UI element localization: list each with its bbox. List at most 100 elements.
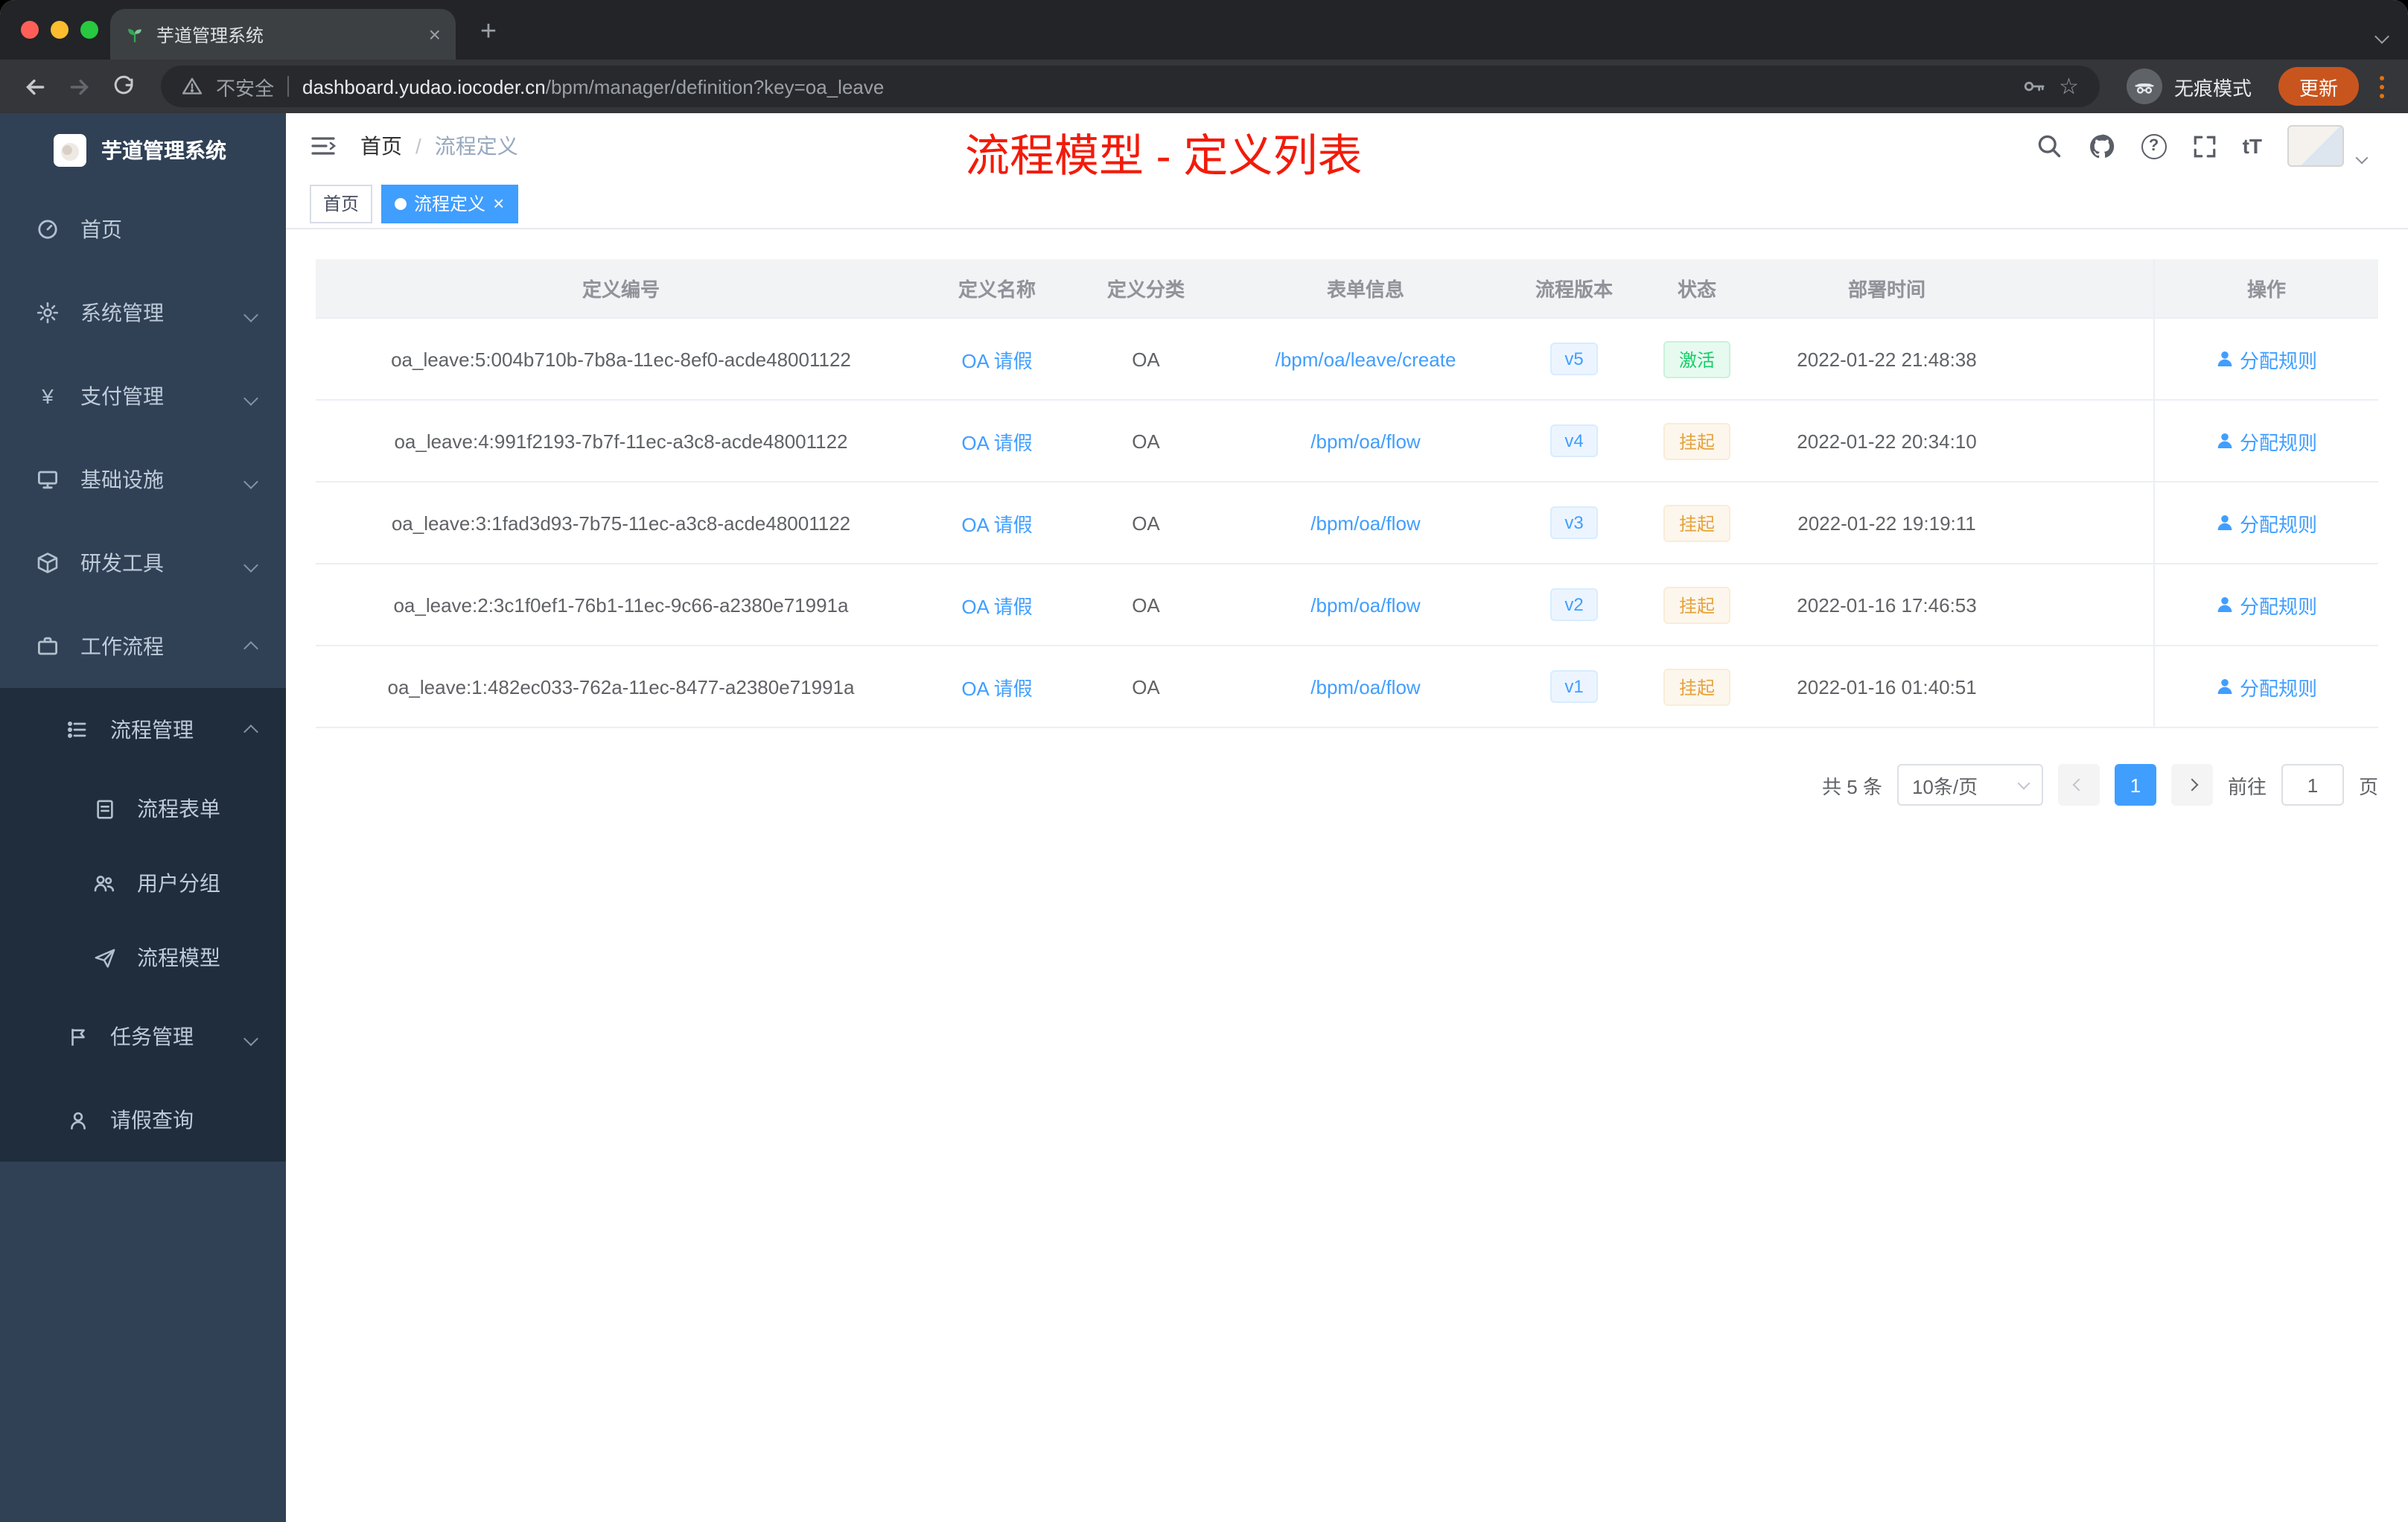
sidebar-item-label: 请假查询	[110, 1108, 194, 1132]
table-row: oa_leave:2:3c1f0ef1-76b1-11ec-9c66-a2380…	[316, 564, 2378, 646]
assign-rule-button[interactable]: 分配规则	[2216, 590, 2317, 619]
definition-table: 定义编号 定义名称 定义分类 表单信息 流程版本 状态 部署时间 操作 oa_l…	[316, 259, 2378, 728]
fullscreen-icon[interactable]	[2192, 133, 2217, 159]
definition-name-link[interactable]: OA 请假	[961, 590, 1032, 619]
sidebar-item-label: 流程表单	[137, 797, 220, 821]
sidebar-item-process-form[interactable]: 流程表单	[0, 771, 286, 846]
sidebar-item-label: 基础设施	[80, 468, 164, 491]
sidebar-item-payment[interactable]: ¥ 支付管理	[0, 354, 286, 438]
definition-name-link[interactable]: OA 请假	[961, 427, 1032, 455]
yen-icon: ¥	[42, 384, 54, 408]
deploy-time: 2022-01-16 17:46:53	[1797, 593, 1977, 616]
password-key-icon[interactable]	[2022, 74, 2045, 98]
page-annotation-title: 流程模型 - 定义列表	[965, 133, 1363, 182]
next-page-button[interactable]	[2170, 764, 2213, 806]
tab-search-icon[interactable]	[2374, 22, 2389, 49]
screenshot-root: 芋道管理系统 × + 不安全 dashboard.yudao.iocoder.c…	[0, 0, 2408, 1522]
search-icon[interactable]	[2036, 133, 2063, 159]
user-icon	[2217, 433, 2232, 448]
browser-tab[interactable]: 芋道管理系统 ×	[110, 9, 456, 60]
minimize-window-button[interactable]	[51, 21, 69, 39]
browser-tab-strip: 芋道管理系统 × +	[0, 0, 2408, 60]
definition-id: oa_leave:5:004b710b-7b8a-11ec-8ef0-acde4…	[391, 348, 851, 370]
header-process-version: 流程版本	[1535, 278, 1613, 301]
list-icon	[66, 718, 89, 742]
definition-id: oa_leave:1:482ec033-762a-11ec-8477-a2380…	[387, 675, 855, 698]
table-row: oa_leave:5:004b710b-7b8a-11ec-8ef0-acde4…	[316, 319, 2378, 401]
sidebar-item-devtools[interactable]: 研发工具	[0, 521, 286, 605]
tab-favicon-plant-icon	[128, 28, 141, 42]
font-size-icon[interactable]: tT	[2243, 134, 2262, 158]
github-icon[interactable]	[2088, 132, 2116, 160]
incognito-badge: 无痕模式	[2126, 69, 2252, 104]
form-link[interactable]: /bpm/oa/flow	[1310, 512, 1420, 534]
definition-name-link[interactable]: OA 请假	[961, 509, 1032, 537]
sidebar-item-label: 首页	[80, 217, 122, 241]
url-text: dashboard.yudao.iocoder.cn/bpm/manager/d…	[302, 75, 884, 98]
browser-update-button[interactable]: 更新	[2278, 67, 2359, 106]
close-window-button[interactable]	[21, 21, 39, 39]
tag-home[interactable]: 首页	[310, 184, 373, 223]
sidebar-item-system[interactable]: 系统管理	[0, 271, 286, 354]
zoom-window-button[interactable]	[80, 21, 98, 39]
assign-rule-button[interactable]: 分配规则	[2216, 345, 2317, 373]
user-icon	[2217, 679, 2232, 694]
header-status: 状态	[1677, 278, 1716, 301]
definition-id: oa_leave:3:1fad3d93-7b75-11ec-a3c8-acde4…	[391, 512, 851, 534]
paper-plane-icon	[92, 946, 116, 969]
forward-icon[interactable]	[60, 67, 98, 106]
pagination-total: 共 5 条	[1822, 775, 1882, 797]
prev-page-button[interactable]	[2057, 764, 2100, 806]
sidebar-item-label: 用户分组	[137, 871, 220, 895]
form-link[interactable]: /bpm/oa/flow	[1310, 593, 1420, 616]
sidebar-item-task-mgmt[interactable]: 任务管理	[0, 995, 286, 1078]
sidebar-item-workflow[interactable]: 工作流程	[0, 605, 286, 688]
avatar-caret-down-icon[interactable]	[2355, 143, 2369, 170]
status-badge: 挂起	[1663, 504, 1730, 541]
chevron-down-icon	[243, 301, 258, 325]
security-label: 不安全	[216, 77, 275, 99]
address-bar[interactable]: 不安全 dashboard.yudao.iocoder.cn/bpm/manag…	[161, 66, 2100, 107]
assign-rule-button[interactable]: 分配规则	[2216, 509, 2317, 537]
form-link[interactable]: /bpm/oa/leave/create	[1275, 348, 1456, 370]
sidebar-item-home[interactable]: 首页	[0, 188, 286, 271]
browser-menu-kebab-icon[interactable]	[2371, 75, 2393, 98]
user-avatar[interactable]	[2287, 125, 2344, 167]
form-link[interactable]: /bpm/oa/flow	[1310, 675, 1420, 698]
assign-rule-button[interactable]: 分配规则	[2216, 672, 2317, 701]
assign-rule-button[interactable]: 分配规则	[2216, 427, 2317, 455]
sidebar-item-user-group[interactable]: 用户分组	[0, 846, 286, 920]
form-link[interactable]: /bpm/oa/flow	[1310, 430, 1420, 452]
definition-name-link[interactable]: OA 请假	[961, 345, 1032, 373]
sidebar-item-infra[interactable]: 基础设施	[0, 438, 286, 521]
chevron-down-icon	[243, 384, 258, 408]
header-definition-id: 定义编号	[582, 278, 660, 301]
reload-icon[interactable]	[104, 67, 143, 106]
definition-category: OA	[1132, 675, 1160, 698]
tag-process-definition[interactable]: 流程定义 ×	[381, 184, 518, 223]
sidebar-item-process-model[interactable]: 流程模型	[0, 920, 286, 995]
help-icon[interactable]: ?	[2141, 133, 2167, 159]
current-page-button[interactable]: 1	[2114, 764, 2156, 806]
goto-page-input[interactable]	[2281, 764, 2344, 806]
back-icon[interactable]	[15, 67, 54, 106]
sidebar-logo[interactable]: 芋道管理系统	[0, 113, 286, 188]
bookmark-star-icon[interactable]: ☆	[2059, 75, 2079, 98]
table-row: oa_leave:1:482ec033-762a-11ec-8477-a2380…	[316, 646, 2378, 728]
sidebar-item-leave-query[interactable]: 请假查询	[0, 1078, 286, 1162]
tab-close-icon[interactable]: ×	[429, 24, 441, 45]
sidebar-item-label: 支付管理	[80, 384, 164, 408]
tag-close-icon[interactable]: ×	[493, 194, 504, 213]
omnibox-divider	[287, 76, 290, 97]
hamburger-icon[interactable]	[310, 134, 337, 158]
definition-name-link[interactable]: OA 请假	[961, 672, 1032, 701]
page-size-select[interactable]: 10条/页	[1896, 764, 2043, 806]
user-icon	[2217, 351, 2232, 366]
workspace: 芋道管理系统 首页 系统管理 ¥ 支付管理 基础设施 研发工具 工作流程 流程管…	[0, 113, 2408, 1522]
sidebar-item-process-mgmt[interactable]: 流程管理	[0, 688, 286, 771]
chevron-down-icon	[243, 468, 258, 491]
new-tab-button[interactable]: +	[468, 12, 509, 54]
breadcrumb-home[interactable]: 首页	[360, 131, 402, 161]
sidebar-item-label: 系统管理	[80, 301, 164, 325]
sidebar-item-label: 流程管理	[110, 718, 194, 742]
